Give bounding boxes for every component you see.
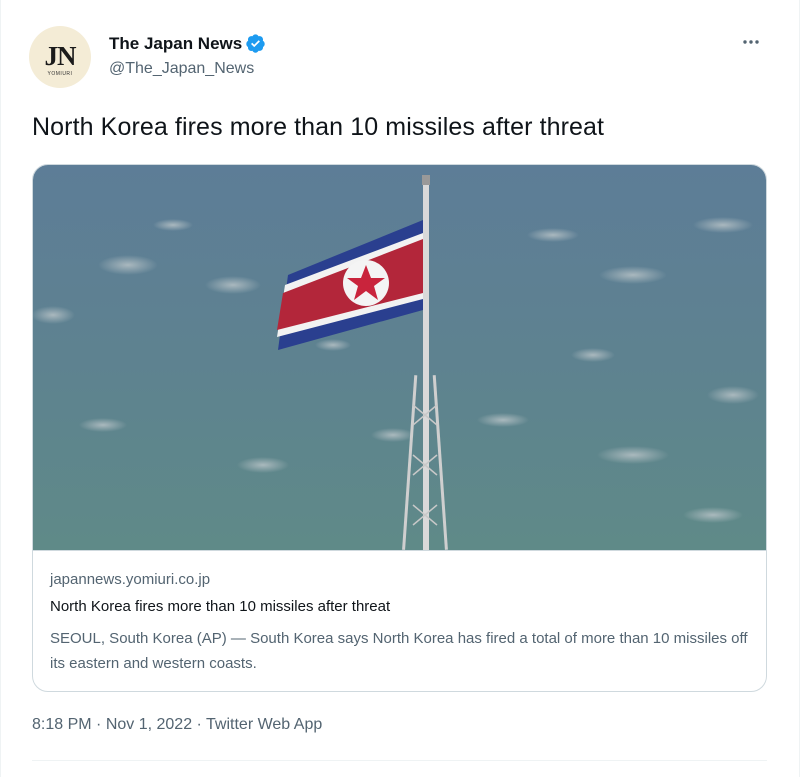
card-domain: japannews.yomiuri.co.jp xyxy=(50,571,211,588)
tweet-text: North Korea fires more than 10 missiles … xyxy=(32,113,605,141)
card-title: North Korea fires more than 10 missiles … xyxy=(50,598,391,615)
display-name[interactable]: The Japan News xyxy=(109,34,242,54)
card-info[interactable]: japannews.yomiuri.co.jp North Korea fire… xyxy=(33,550,766,691)
divider xyxy=(32,760,767,761)
north-korean-flag-photo[interactable] xyxy=(33,165,767,550)
handle[interactable]: @The_Japan_News xyxy=(109,60,254,78)
tweet-time[interactable]: 8:18 PM xyxy=(32,716,92,733)
name-row: The Japan News xyxy=(109,33,266,54)
avatar[interactable]: JN YOMIURI xyxy=(29,26,91,88)
more-dots-icon xyxy=(743,40,759,44)
tweet-meta: 8:18 PM · Nov 1, 2022 · Twitter Web App xyxy=(32,716,322,734)
link-card[interactable]: japannews.yomiuri.co.jp North Korea fire… xyxy=(32,164,767,692)
tweet-source[interactable]: Twitter Web App xyxy=(206,716,322,733)
verified-badge-icon xyxy=(246,34,265,53)
tweet: JN YOMIURI The Japan News @The_Japan_New… xyxy=(0,0,800,777)
meta-separator: · xyxy=(91,716,106,733)
more-options-button[interactable] xyxy=(739,30,763,54)
avatar-logo-text: JN xyxy=(44,41,77,71)
meta-separator: · xyxy=(192,716,207,733)
avatar-logo-subtext: YOMIURI xyxy=(47,71,73,77)
card-description: SEOUL, South Korea (AP) — South Korea sa… xyxy=(50,630,748,672)
tweet-date[interactable]: Nov 1, 2022 xyxy=(106,716,192,733)
